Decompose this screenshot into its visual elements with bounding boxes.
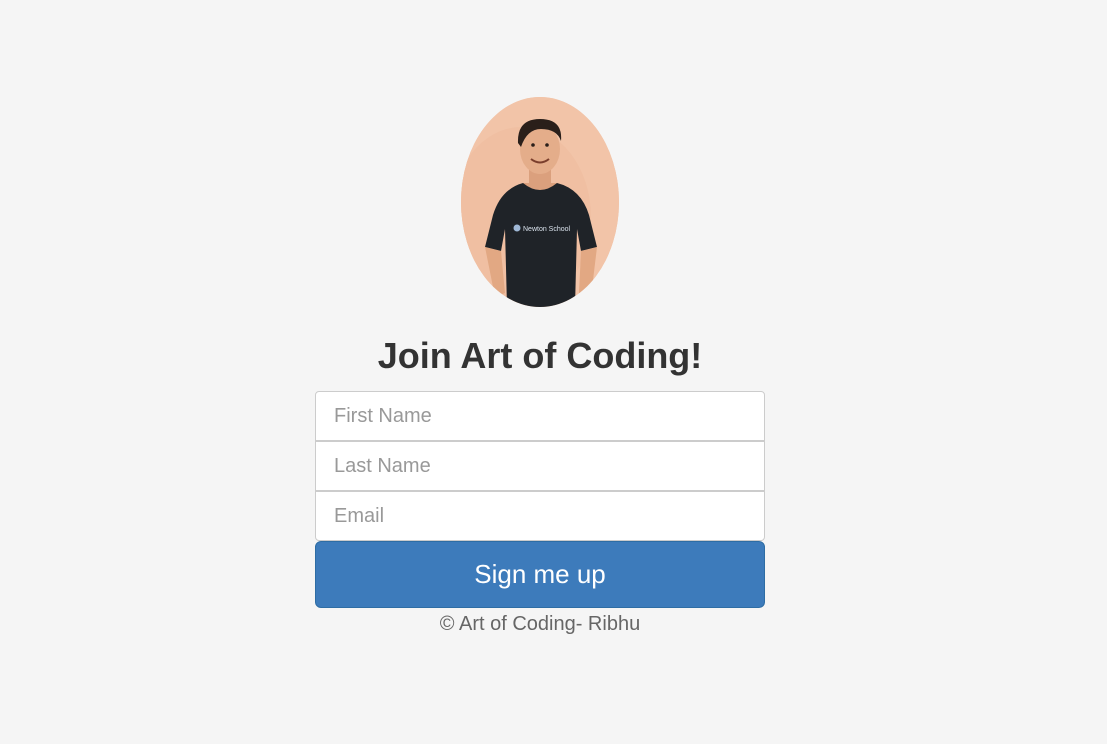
page-title: Join Art of Coding! (377, 335, 703, 376)
signup-page: Newton School Join Art of Coding! Sign m… (0, 0, 1107, 744)
footer-copyright: © Art of Coding- Ribhu (439, 613, 641, 635)
profile-photo: Newton School (461, 97, 619, 307)
signup-form: Sign me up (315, 391, 765, 608)
sign-up-button[interactable]: Sign me up (315, 541, 765, 608)
shirt-logo-text: Newton School (523, 226, 571, 233)
avatar: Newton School (461, 97, 619, 307)
last-name-input[interactable] (315, 441, 765, 491)
email-input[interactable] (315, 491, 765, 541)
first-name-input[interactable] (315, 391, 765, 441)
